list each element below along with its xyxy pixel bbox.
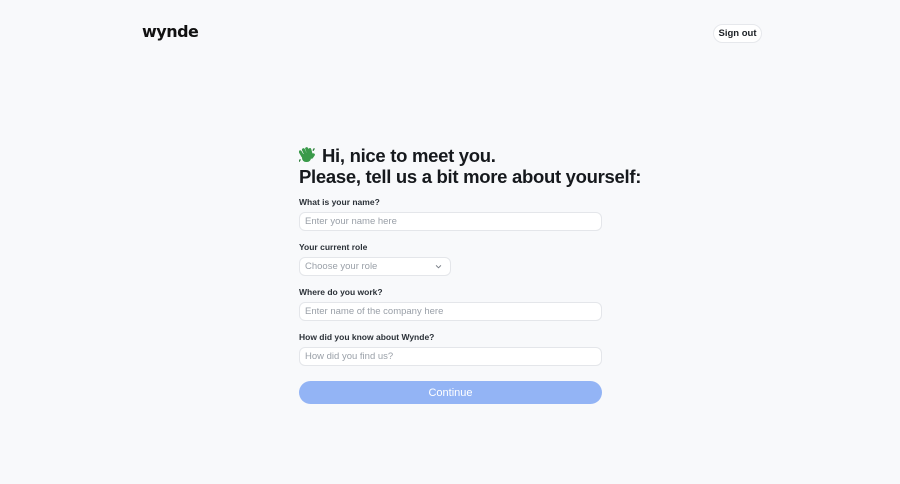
name-field-group: What is your name? Enter your name here [299,197,602,231]
greeting-line: Hi, nice to meet you. [299,145,602,166]
company-label: Where do you work? [299,287,383,297]
company-field-group: Where do you work? Enter name of the com… [299,287,602,321]
source-input[interactable]: How did you find us? [299,347,602,366]
source-field-group: How did you know about Wynde? How did yo… [299,332,602,366]
name-label: What is your name? [299,197,380,207]
page-heading: Hi, nice to meet you. Please, tell us a … [299,145,642,187]
source-label: How did you know about Wynde? [299,332,435,342]
role-label: Your current role [299,242,368,252]
role-select-placeholder: Choose your role [305,261,378,272]
role-select[interactable]: Choose your role [299,257,451,276]
company-input[interactable]: Enter name of the company here [299,302,602,321]
waving-hand-icon [299,147,315,162]
name-input[interactable]: Enter your name here [299,212,602,231]
continue-button[interactable]: Continue [299,381,602,404]
role-field-group: Your current role Choose your role [299,242,602,276]
greeting-text: Hi, nice to meet you. [322,145,496,166]
subheading-text: Please, tell us a bit more about yoursel… [299,166,642,187]
onboarding-form: Hi, nice to meet you. Please, tell us a … [299,145,642,366]
chevron-down-icon [435,265,442,269]
sign-out-button[interactable]: Sign out [713,24,762,43]
wynde-logo[interactable]: wynde [142,22,199,41]
onboarding-page: wynde Sign out Hi, nice to meet you. Ple… [0,0,900,484]
